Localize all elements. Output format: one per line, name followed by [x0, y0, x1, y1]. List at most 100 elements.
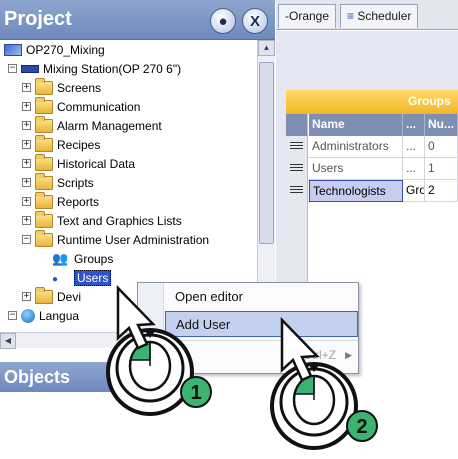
tree-item-scripts[interactable]: + Scripts [22, 172, 94, 192]
collapse-icon[interactable]: − [8, 311, 17, 320]
tree-item-device-settings[interactable]: + Devi [22, 286, 82, 306]
column-header-display[interactable]: ... [403, 114, 425, 136]
expand-icon[interactable]: + [22, 292, 31, 301]
tree-item-historical-data[interactable]: + Historical Data [22, 153, 136, 173]
table-row[interactable]: Administrators ... 0 [286, 136, 458, 158]
cell-name[interactable]: Administrators [309, 136, 403, 158]
column-header-name[interactable]: Name [309, 114, 403, 136]
row-handle-icon [290, 164, 303, 173]
scheduler-icon: ≡ [347, 9, 355, 23]
folder-icon [35, 229, 53, 247]
tree-item-label: Devi [57, 289, 82, 304]
cell-number[interactable]: 1 [425, 158, 458, 180]
menu-item-open-editor[interactable]: Open editor [165, 284, 358, 310]
groups-section-title: Groups [408, 94, 451, 108]
expand-icon[interactable]: + [22, 178, 31, 187]
collapse-icon[interactable]: − [8, 64, 17, 73]
table-row[interactable]: Technologists Gro 2 [286, 180, 458, 202]
expand-icon[interactable]: + [22, 83, 31, 92]
cell-number[interactable]: 2 [425, 180, 458, 202]
row-handle[interactable] [286, 136, 308, 158]
tree-item-reports[interactable]: + Reports [22, 191, 100, 211]
folder-icon [35, 96, 53, 114]
menu-item-label: Open editor [175, 289, 243, 304]
tree-item-runtime-user-admin[interactable]: − Runtime User Administration [22, 229, 210, 249]
objects-panel-header: Objects [0, 362, 130, 392]
expand-icon[interactable]: + [22, 121, 31, 130]
tree-item-label: Reports [57, 194, 100, 209]
callout-number-1: 1 [190, 382, 201, 404]
folder-icon [35, 77, 53, 95]
tree-item-label: Historical Data [57, 156, 136, 171]
callout-badge [346, 410, 378, 442]
callout-number-2: 2 [356, 416, 367, 438]
tree-item-communication[interactable]: + Communication [22, 96, 140, 116]
tree-item-label: Screens [57, 80, 102, 95]
folder-icon [35, 115, 53, 133]
scrollbar-thumb[interactable] [259, 62, 274, 244]
tab-orange[interactable]: -Orange [278, 4, 337, 28]
tree-item-label: Langua [39, 308, 80, 323]
row-handle[interactable] [286, 158, 308, 180]
menu-item-shortcut: Ctrl+Z [303, 348, 336, 362]
editor-tab-bar: -Orange ≡ Scheduler [276, 0, 458, 30]
folder-icon [35, 153, 53, 171]
tree-item-groups[interactable]: Groups [52, 249, 113, 268]
tree-item-label: Mixing Station(OP 270 6") [43, 61, 182, 76]
tree-item-project[interactable]: OP270_Mixing [4, 40, 105, 59]
expand-icon[interactable]: + [22, 140, 31, 149]
folder-icon [35, 286, 53, 304]
device-icon [21, 64, 39, 73]
mouse-icon [270, 362, 358, 450]
menu-item-add-user[interactable]: Add User [165, 311, 358, 337]
callout-badge [180, 376, 212, 408]
row-handle[interactable] [286, 180, 308, 202]
objects-panel-title: Objects [4, 367, 71, 387]
folder-icon [35, 210, 53, 228]
tab-scheduler[interactable]: ≡ Scheduler [340, 4, 419, 28]
context-menu: Open editor Add User Ctrl+Z ▶ [137, 282, 359, 374]
table-row[interactable]: Users ... 1 [286, 158, 458, 180]
cell-name-selected[interactable]: Technologists [309, 180, 403, 202]
menu-item-undo[interactable]: Ctrl+Z ▶ [165, 343, 358, 369]
pin-icon[interactable]: ● [210, 8, 236, 34]
project-panel-title: Project [4, 8, 72, 30]
tree-item-label: Runtime User Administration [57, 232, 210, 247]
tree-item-device[interactable]: − Mixing Station(OP 270 6") [8, 59, 181, 78]
scroll-up-icon[interactable]: ▲ [258, 40, 275, 56]
tree-item-screens[interactable]: + Screens [22, 77, 102, 97]
submenu-arrow-icon: ▶ [345, 350, 352, 360]
tree-item-users[interactable]: Users [52, 268, 112, 287]
tree-item-recipes[interactable]: + Recipes [22, 134, 100, 154]
folder-icon [35, 172, 53, 190]
folder-icon [35, 134, 53, 152]
cell-display[interactable]: Gro [403, 180, 425, 202]
tree-item-languages[interactable]: − Langua [8, 306, 79, 325]
tree-item-alarm-management[interactable]: + Alarm Management [22, 115, 162, 135]
cell-name[interactable]: Users [309, 158, 403, 180]
cell-display[interactable]: ... [403, 158, 425, 180]
close-icon[interactable]: X [242, 8, 268, 34]
tree-item-label: Groups [74, 251, 114, 266]
expand-icon[interactable]: + [22, 159, 31, 168]
tree-item-label: Alarm Management [57, 118, 162, 133]
collapse-icon[interactable]: − [22, 235, 31, 244]
project-panel-header: Project ● X [0, 0, 275, 40]
expand-icon[interactable]: + [22, 197, 31, 206]
scroll-left-icon[interactable]: ◀ [0, 333, 16, 349]
tree-item-label: Users [74, 269, 112, 286]
project-icon [4, 43, 22, 56]
row-handle-icon [290, 142, 303, 151]
expand-icon[interactable]: + [22, 102, 31, 111]
context-menu-icon-strip [138, 283, 164, 373]
expand-icon[interactable]: + [22, 216, 31, 225]
column-header-number[interactable]: Nu... [425, 114, 458, 136]
tree-item-label: Scripts [57, 175, 94, 190]
menu-separator [165, 340, 358, 341]
cell-display[interactable]: ... [403, 136, 425, 158]
cell-number[interactable]: 0 [425, 136, 458, 158]
table-header-row: Name ... Nu... [286, 114, 458, 136]
tab-label: Scheduler [357, 9, 412, 23]
user-icon [52, 271, 70, 285]
tree-item-text-graphics-lists[interactable]: + Text and Graphics Lists [22, 210, 182, 230]
